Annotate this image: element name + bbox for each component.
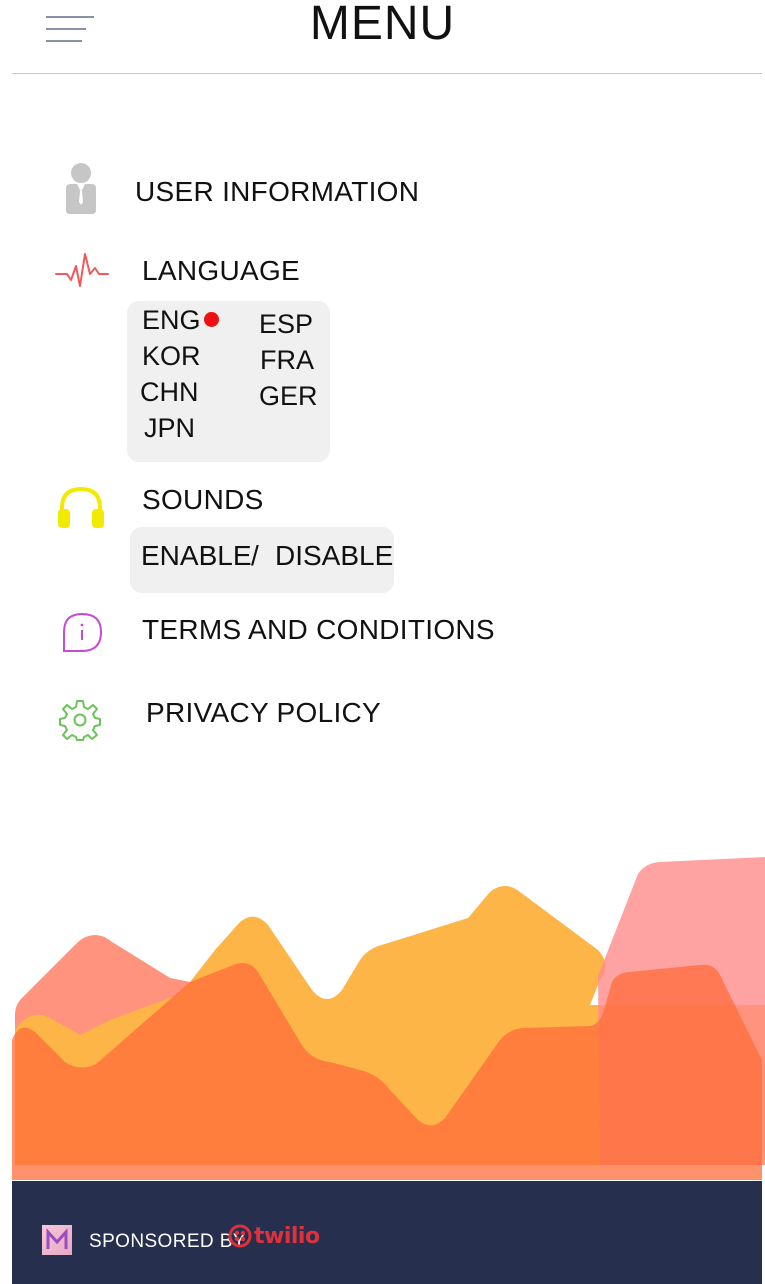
page-title: MENU xyxy=(309,0,456,50)
language-option-kor[interactable]: KOR xyxy=(142,341,201,372)
info-icon xyxy=(63,612,103,652)
menu-item-language[interactable]: LANGUAGE xyxy=(142,255,300,287)
menu-label: SOUNDS xyxy=(142,484,264,515)
language-option-fra[interactable]: FRA xyxy=(260,345,314,376)
sound-option-separator: / xyxy=(251,540,259,571)
menu-label: PRIVACY POLICY xyxy=(146,697,382,728)
menu-item-sounds[interactable]: SOUNDS xyxy=(142,484,264,516)
sponsored-by-label: SPONSORED BY xyxy=(89,1231,246,1252)
gear-icon xyxy=(59,700,101,741)
header-divider xyxy=(12,73,762,74)
sponsor-logo[interactable]: twilio xyxy=(228,1219,320,1253)
menu-label: TERMS AND CONDITIONS xyxy=(142,614,495,645)
user-icon xyxy=(66,163,96,214)
headphones-icon xyxy=(58,486,104,528)
language-options-panel: ENG KOR CHN JPN ESP FRA GER xyxy=(127,301,330,462)
sound-disable-option[interactable]: DISABLE xyxy=(275,540,393,572)
menu-item-terms-and-conditions[interactable]: TERMS AND CONDITIONS xyxy=(142,614,495,646)
sound-options-panel: ENABLE / DISABLE xyxy=(130,527,394,593)
app-logo-icon xyxy=(42,1225,72,1255)
menu-item-user-information[interactable]: USER INFORMATION xyxy=(135,176,419,208)
decorative-wave-background xyxy=(12,857,765,1180)
footer: SPONSORED BY twilio xyxy=(12,1181,762,1284)
menu-label: LANGUAGE xyxy=(142,255,300,286)
selected-language-indicator xyxy=(204,312,219,327)
menu-label: USER INFORMATION xyxy=(135,176,420,207)
sound-enable-option[interactable]: ENABLE xyxy=(141,540,252,572)
twilio-logo-icon xyxy=(228,1224,252,1248)
sponsor-name: twilio xyxy=(254,1223,320,1249)
language-option-esp[interactable]: ESP xyxy=(259,309,313,340)
language-option-ger[interactable]: GER xyxy=(259,381,318,412)
menu-item-privacy-policy[interactable]: PRIVACY POLICY xyxy=(146,697,381,729)
header: MENU xyxy=(0,0,765,75)
language-option-chn[interactable]: CHN xyxy=(140,377,199,408)
language-option-jpn[interactable]: JPN xyxy=(144,413,195,444)
pulse-icon xyxy=(55,253,109,287)
language-option-eng[interactable]: ENG xyxy=(142,305,201,336)
